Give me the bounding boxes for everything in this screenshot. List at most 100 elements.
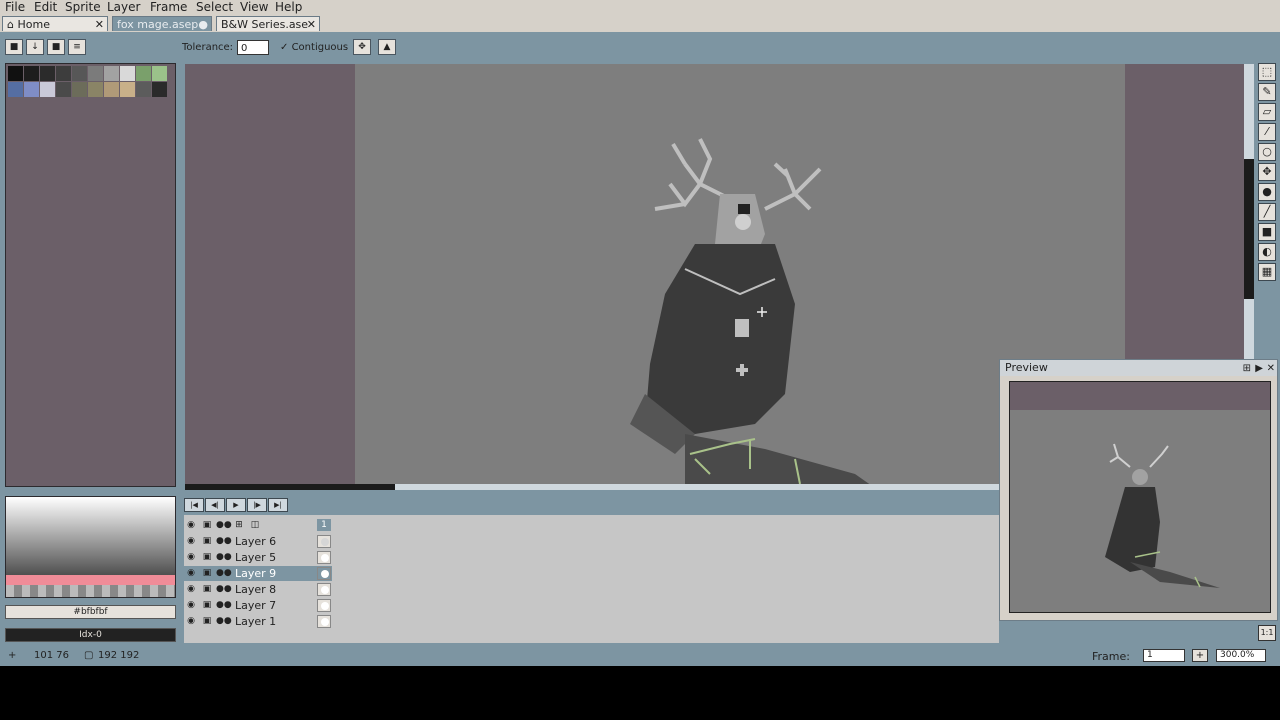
palette-sort-button[interactable]: ↓ (26, 39, 44, 55)
cel[interactable] (317, 567, 331, 580)
continuous-icon[interactable]: ●● (216, 567, 232, 579)
preview-canvas[interactable] (1009, 381, 1271, 613)
continuous-icon[interactable]: ●● (216, 551, 232, 563)
palette-swatch[interactable] (88, 66, 103, 81)
palette-swatch[interactable] (152, 82, 167, 97)
last-frame-button[interactable]: ▶| (268, 498, 288, 512)
horizontal-scroll-thumb[interactable] (185, 484, 395, 490)
cel[interactable] (317, 599, 331, 612)
layer-row-active[interactable]: ◉ ▣ ●● Layer 9 (184, 566, 332, 581)
preview-title-bar[interactable]: Preview ⊞ ▶ ✕ (1000, 360, 1277, 376)
cel[interactable] (317, 551, 331, 564)
first-frame-button[interactable]: |◀ (184, 498, 204, 512)
menu-sprite[interactable]: Sprite (65, 0, 101, 14)
tab-home[interactable]: ⌂ Home ✕ (2, 16, 108, 31)
eye-icon[interactable]: ◉ (184, 599, 198, 611)
cel[interactable] (317, 535, 331, 548)
zoom-reset-button[interactable]: 1:1 (1258, 625, 1276, 641)
tab-fox-mage[interactable]: fox mage.asep ● (112, 16, 212, 31)
zoom-tool[interactable]: ○ (1258, 143, 1276, 161)
palette-swatch[interactable] (88, 82, 103, 97)
menu-view[interactable]: View (240, 0, 268, 14)
continuous-icon[interactable]: ●● (216, 583, 232, 595)
palette-swatch[interactable] (8, 66, 23, 81)
palette-swatch[interactable] (104, 82, 119, 97)
center-icon[interactable]: ⊞ (1243, 361, 1251, 377)
lock-icon[interactable]: ▣ (200, 583, 214, 595)
palette-swatch[interactable] (104, 66, 119, 81)
alpha-slider[interactable] (6, 585, 175, 597)
spray-tool[interactable]: ▦ (1258, 263, 1276, 281)
cel[interactable] (317, 583, 331, 596)
close-icon[interactable]: ✕ (95, 17, 104, 32)
layer-row[interactable]: ◉ ▣ ●● Layer 6 (184, 534, 332, 549)
bg-color-button[interactable]: Idx-0 (5, 628, 176, 642)
play-icon[interactable]: ▶ (1255, 361, 1263, 377)
eye-icon[interactable]: ◉ (184, 535, 198, 547)
continuous-icon[interactable]: ●● (216, 535, 232, 547)
contiguous-checkbox[interactable]: ✓ Contiguous (280, 42, 348, 53)
layer-name[interactable]: Layer 1 (232, 614, 327, 629)
layer-name[interactable]: Layer 7 (232, 598, 327, 613)
move-tool[interactable]: ✥ (1258, 163, 1276, 181)
layer-name[interactable]: Layer 6 (232, 534, 327, 549)
frame-input[interactable]: 1 (1143, 649, 1185, 662)
vertical-scrollbar[interactable] (1244, 64, 1254, 364)
close-icon[interactable]: ✕ (1267, 361, 1275, 377)
palette-swatch[interactable] (24, 66, 39, 81)
palette-swatch[interactable] (120, 82, 135, 97)
lock-icon[interactable]: ▣ (200, 567, 214, 579)
continuous-icon[interactable]: ●● (216, 615, 232, 627)
menu-help[interactable]: Help (275, 0, 302, 14)
palette-swatch[interactable] (120, 66, 135, 81)
palette-swatch[interactable] (40, 66, 55, 81)
pivot-button[interactable]: ✥ (353, 39, 371, 55)
menu-frame[interactable]: Frame (150, 0, 187, 14)
add-frame-button[interactable]: + (1192, 649, 1208, 662)
palette-swatch[interactable] (24, 82, 39, 97)
pencil-tool[interactable]: ✎ (1258, 83, 1276, 101)
menu-edit[interactable]: Edit (34, 0, 57, 14)
palette-options-button[interactable]: ≡ (68, 39, 86, 55)
continuous-icon[interactable]: ●● (216, 599, 232, 611)
preview-window[interactable]: Preview ⊞ ▶ ✕ (999, 359, 1278, 621)
close-icon[interactable]: ✕ (307, 17, 316, 32)
fg-color-button[interactable]: #bfbfbf (5, 605, 176, 619)
brush-type-button[interactable]: ▲ (378, 39, 396, 55)
marquee-tool[interactable]: ⬚ (1258, 63, 1276, 81)
palette-swatch[interactable] (8, 82, 23, 97)
blur-tool[interactable]: ◐ (1258, 243, 1276, 261)
lock-icon[interactable]: ▣ (200, 615, 214, 627)
horizontal-scrollbar[interactable] (185, 484, 1000, 490)
fill-tool[interactable]: ● (1258, 183, 1276, 201)
rectangle-tool[interactable]: ■ (1258, 223, 1276, 241)
palette-swatch[interactable] (136, 82, 151, 97)
layer-row[interactable]: ◉ ▣ ●● Layer 7 (184, 598, 332, 613)
tolerance-input[interactable]: 0 (237, 40, 269, 55)
zoom-input[interactable]: 300.0% (1216, 649, 1266, 662)
menu-select[interactable]: Select (196, 0, 233, 14)
palette-swatch[interactable] (40, 82, 55, 97)
palette-swatch[interactable] (136, 66, 151, 81)
layer-row[interactable]: ◉ ▣ ●● Layer 1 (184, 614, 332, 629)
lock-icon[interactable]: ▣ (200, 599, 214, 611)
prev-frame-button[interactable]: ◀| (205, 498, 225, 512)
line-tool[interactable]: ╱ (1258, 203, 1276, 221)
layer-name[interactable]: Layer 5 (232, 550, 327, 565)
cel[interactable] (317, 615, 331, 628)
frame-number[interactable]: 1 (317, 519, 331, 531)
layer-row[interactable]: ◉ ▣ ●● Layer 5 (184, 550, 332, 565)
play-button[interactable]: ▶ (226, 498, 246, 512)
palette-swatch[interactable] (72, 66, 87, 81)
eye-icon[interactable]: ◉ (184, 567, 198, 579)
eye-icon[interactable]: ◉ (184, 583, 198, 595)
eye-icon[interactable]: ◉ (184, 551, 198, 563)
layer-name[interactable]: Layer 9 (232, 566, 327, 581)
palette-swatch[interactable] (56, 66, 71, 81)
palette-swatch[interactable] (72, 82, 87, 97)
tab-bw-series[interactable]: B&W Series.ase ✕ (216, 16, 320, 31)
palette-swatch[interactable] (56, 82, 71, 97)
vertical-scroll-thumb[interactable] (1244, 159, 1254, 299)
eyedropper-tool[interactable]: ⁄ (1258, 123, 1276, 141)
palette-presets-button[interactable]: ■ (47, 39, 65, 55)
